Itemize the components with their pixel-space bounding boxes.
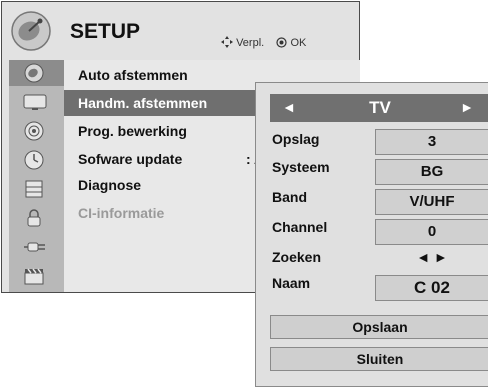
setup-header: SETUP Verpl. OK <box>2 2 359 58</box>
band-value[interactable]: V/UHF <box>375 189 488 215</box>
system-value[interactable]: BG <box>375 159 488 185</box>
search-arrows[interactable]: ◄ ► <box>375 249 488 265</box>
category-media[interactable] <box>9 263 64 289</box>
storage-label: Opslag <box>272 131 320 147</box>
manual-tuning-dialog: ◄ TV ► Opslag 3 Systeem BG Band V/UHF Ch… <box>255 82 488 387</box>
menu-item-label: Auto afstemmen <box>78 67 188 83</box>
page-title: SETUP <box>70 20 141 43</box>
category-time[interactable] <box>9 147 64 173</box>
menu-item-label: Prog. bewerking <box>78 123 187 139</box>
category-picture[interactable] <box>9 89 64 115</box>
channel-label: Channel <box>272 219 328 235</box>
lock-icon <box>27 209 41 227</box>
source-label: TV <box>369 98 391 117</box>
category-option[interactable] <box>9 176 64 202</box>
clock-icon <box>24 150 44 170</box>
source-next-arrow-icon[interactable]: ► <box>460 99 474 115</box>
name-label: Naam <box>272 275 311 291</box>
category-input[interactable] <box>9 234 64 260</box>
menu-item-label: Sofware update <box>78 151 183 167</box>
band-label: Band <box>272 189 307 205</box>
tv-screen-icon <box>23 94 47 110</box>
speaker-icon <box>24 121 44 141</box>
category-lock[interactable] <box>9 205 64 231</box>
source-selector[interactable]: ◄ TV ► <box>270 94 488 122</box>
save-button[interactable]: Opslaan <box>270 315 488 339</box>
clapperboard-icon <box>24 268 44 285</box>
menu-item-label: Diagnose <box>78 177 142 193</box>
close-button[interactable]: Sluiten <box>270 347 488 371</box>
hint-move-label: Verpl. <box>236 37 265 49</box>
menu-item-label: Handm. afstemmen <box>78 95 208 111</box>
category-audio[interactable] <box>9 118 64 144</box>
settings-grid-icon <box>25 180 43 198</box>
satellite-dish-icon <box>24 63 44 83</box>
plug-icon <box>24 242 45 252</box>
navigation-arrows-icon <box>221 36 233 48</box>
channel-value[interactable]: 0 <box>375 219 488 245</box>
name-value[interactable]: C 02 <box>375 275 488 301</box>
hint-ok-label: OK <box>290 37 307 49</box>
category-channel-setup[interactable] <box>9 60 64 86</box>
storage-value[interactable]: 3 <box>375 129 488 155</box>
ok-button-icon <box>276 37 288 48</box>
key-hint: Verpl. OK <box>221 36 306 49</box>
menu-item-label: CI-informatie <box>78 205 165 221</box>
search-label: Zoeken <box>272 249 322 265</box>
category-icon-column <box>9 60 64 292</box>
satellite-dish-icon <box>11 11 51 51</box>
system-label: Systeem <box>272 159 330 175</box>
